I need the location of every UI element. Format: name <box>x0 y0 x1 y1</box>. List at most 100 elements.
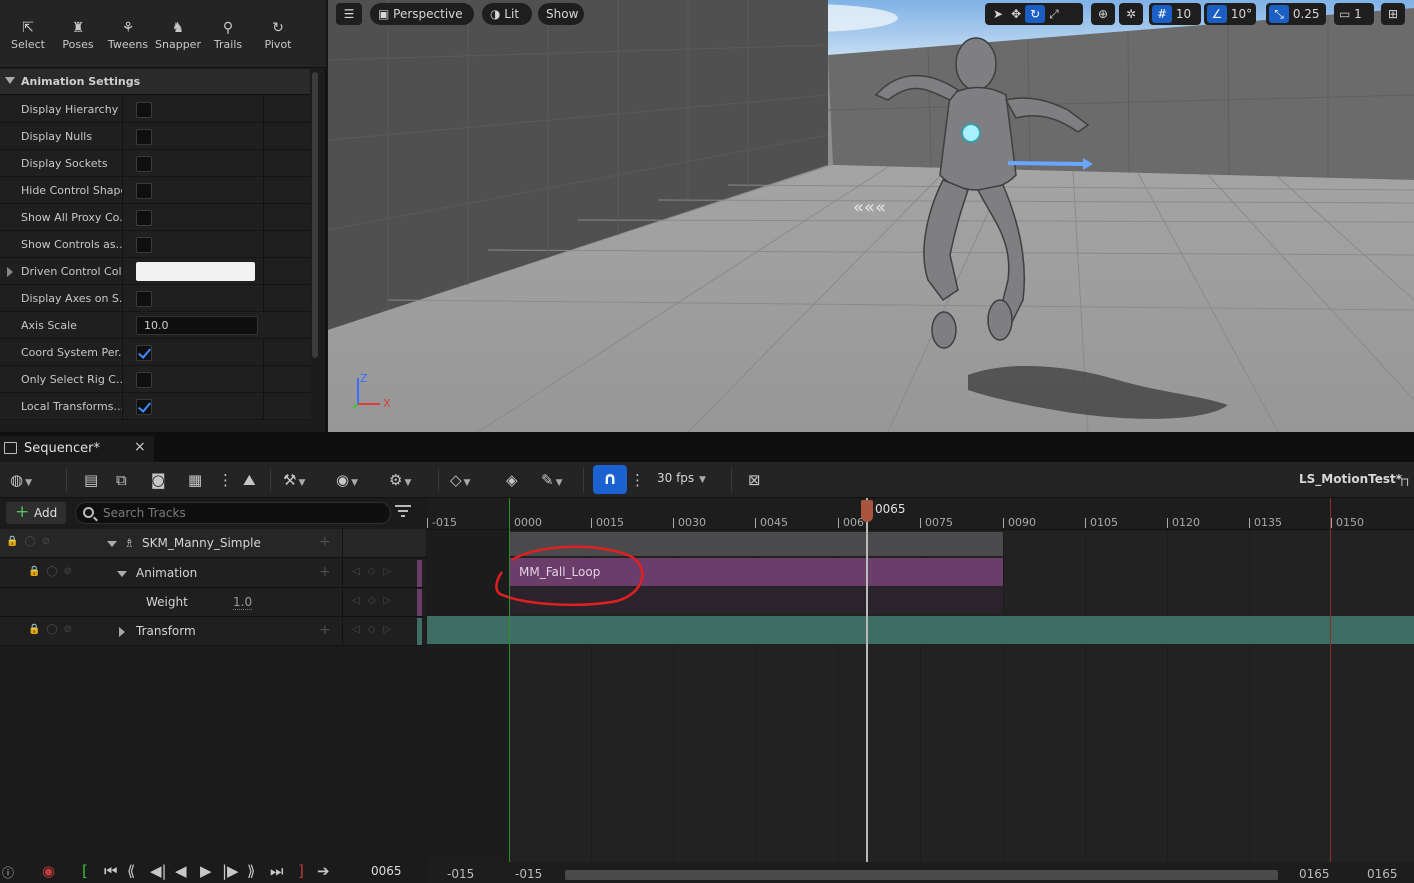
snapper-mode-button[interactable]: ♞ Snapper <box>153 18 203 58</box>
translate-tool-icon[interactable]: ✥ <box>1007 7 1025 21</box>
set-start-icon[interactable]: [ <box>82 862 88 880</box>
show-controls-as-checkbox[interactable] <box>136 237 152 253</box>
key-interp-icon[interactable]: ◇ ▼ <box>450 470 470 490</box>
step-back-icon[interactable]: ◀| <box>150 862 167 880</box>
grid-snap-button[interactable]: # 10 <box>1149 3 1201 25</box>
visibility-icon[interactable]: ◉ ▼ <box>336 470 358 490</box>
snap-toggle-button[interactable]: ∩ <box>593 465 627 494</box>
show-button[interactable]: Show <box>538 3 584 25</box>
expand-arrow-icon[interactable] <box>119 627 125 637</box>
pivot-mode-button[interactable]: ↻ Pivot <box>253 18 303 58</box>
snap-options-icon[interactable]: ⋮ <box>630 470 645 490</box>
track-row-actor[interactable]: 🔒◯⊘ ♗ SKM_Manny_Simple + <box>0 529 426 558</box>
track-lock-icons[interactable]: 🔒◯⊘ <box>6 536 56 547</box>
key-nav-icons[interactable]: ◁◇▷ <box>352 624 399 635</box>
play-reverse-icon[interactable]: ◀ <box>175 862 187 880</box>
working-end-value[interactable]: 0165 <box>1367 867 1398 881</box>
show-all-proxy-checkbox[interactable] <box>136 210 152 226</box>
working-start-value[interactable]: -015 <box>515 867 542 881</box>
track-row-animation[interactable]: 🔒◯⊘ Animation + ◁◇▷ <box>0 559 426 588</box>
current-frame-field[interactable]: 0065 <box>371 864 402 878</box>
playback-range-icon[interactable]: ⊠ <box>748 470 761 490</box>
playback-end-marker[interactable] <box>1330 498 1331 862</box>
prev-key-icon[interactable]: ⟪ <box>127 862 135 880</box>
rotate-tool-icon[interactable]: ↻ <box>1025 5 1046 23</box>
auto-key-icon[interactable]: ◈ <box>506 470 518 490</box>
scale-snap-button[interactable]: ⤡ 0.25 <box>1266 3 1326 25</box>
key-settings-icon[interactable]: ⚙ ▼ <box>389 470 411 490</box>
only-select-rig-checkbox[interactable] <box>136 372 152 388</box>
track-row-transform[interactable]: 🔒◯⊘ Transform + ◁◇▷ <box>0 617 426 646</box>
display-sockets-checkbox[interactable] <box>136 156 152 172</box>
driven-control-color-swatch[interactable] <box>136 262 255 281</box>
display-hierarchy-checkbox[interactable] <box>136 102 152 118</box>
info-icon[interactable]: ⓘ <box>2 864 14 881</box>
add-subtrack-icon[interactable]: + <box>319 564 331 580</box>
select-tool-icon[interactable]: ➤ <box>989 7 1007 21</box>
view-start-value[interactable]: -015 <box>447 867 474 881</box>
track-lock-icons[interactable]: 🔒◯⊘ <box>28 624 78 635</box>
timeline-area[interactable]: -015 0000 0015 0030 0045 006 0075 0090 0… <box>427 498 1414 862</box>
lit-button[interactable]: ◑ Lit <box>482 3 532 25</box>
poses-mode-button[interactable]: ♜ Poses <box>53 18 103 58</box>
weight-value-field[interactable]: 1.0 <box>233 595 253 610</box>
key-nav-icons[interactable]: ◁◇▷ <box>352 595 399 606</box>
sequencer-tab[interactable]: Sequencer* × <box>0 436 154 462</box>
expand-arrow-icon[interactable] <box>107 541 117 547</box>
tweens-mode-button[interactable]: ⚘ Tweens <box>103 18 153 58</box>
track-row-weight[interactable]: Weight 1.0 ◁◇▷ <box>0 588 426 617</box>
jump-start-icon[interactable]: ⏮ <box>104 862 118 880</box>
trails-mode-button[interactable]: ⚲ Trails <box>203 18 253 58</box>
render-movie-icon[interactable]: ◙ <box>151 470 166 490</box>
time-ruler[interactable]: -015 0000 0015 0030 0045 006 0075 0090 0… <box>427 498 1414 530</box>
loop-icon[interactable]: ➔ <box>317 862 330 880</box>
world-local-button[interactable]: ⊕ <box>1091 3 1115 25</box>
track-lock-icons[interactable]: 🔒◯⊘ <box>28 566 78 577</box>
next-key-icon[interactable]: ⟫ <box>247 862 255 880</box>
timeline-scrollbar[interactable] <box>565 870 1278 880</box>
surface-snap-button[interactable]: ✲ <box>1119 3 1143 25</box>
world-icon[interactable]: ◍ ▼ <box>10 470 32 490</box>
playhead-line[interactable] <box>866 498 868 862</box>
set-end-icon[interactable]: ] <box>298 862 304 880</box>
play-icon[interactable]: ▶ <box>200 862 212 880</box>
add-track-button[interactable]: + Add <box>6 502 66 524</box>
viewport-menu-button[interactable]: ☰ <box>336 3 362 25</box>
hide-control-shapes-checkbox[interactable] <box>136 183 152 199</box>
search-tracks-input[interactable] <box>103 505 383 521</box>
playhead-handle[interactable] <box>861 500 873 522</box>
expand-arrow-icon[interactable] <box>7 267 13 277</box>
find-asset-icon[interactable]: ⧉ <box>116 470 127 490</box>
rotation-snap-button[interactable]: ∠ 10° <box>1204 3 1256 25</box>
expand-arrow-icon[interactable] <box>117 571 127 577</box>
curve-editor-icon[interactable]: ⛰ <box>243 470 256 490</box>
filter-button[interactable] <box>395 505 411 519</box>
jump-end-icon[interactable]: ⏭ <box>270 862 284 880</box>
panel-scrollbar[interactable] <box>312 72 318 358</box>
animation-settings-header[interactable]: Animation Settings <box>0 69 310 95</box>
axis-scale-input[interactable]: 10.0 <box>136 316 258 335</box>
playback-start-marker[interactable] <box>509 498 510 862</box>
scale-tool-icon[interactable]: ⤢ <box>1045 7 1063 21</box>
step-forward-icon[interactable]: |▶ <box>222 862 239 880</box>
view-end-value[interactable]: 0165 <box>1299 867 1330 881</box>
tools-icon[interactable]: ⚒ ▼ <box>283 470 305 490</box>
select-mode-button[interactable]: ⇱ Select <box>3 18 53 58</box>
add-subtrack-icon[interactable]: + <box>319 534 331 550</box>
coord-system-checkbox[interactable] <box>136 345 152 361</box>
camera-speed-button[interactable]: ▭ 1 <box>1334 3 1374 25</box>
display-axes-checkbox[interactable] <box>136 291 152 307</box>
edit-mode-icon[interactable]: ✎ ▼ <box>541 470 563 490</box>
clapper-icon[interactable]: ▦ <box>188 470 202 490</box>
display-nulls-checkbox[interactable] <box>136 129 152 145</box>
key-nav-icons[interactable]: ◁◇▷ <box>352 566 399 577</box>
transform-section[interactable] <box>427 616 1414 644</box>
record-icon[interactable]: ◉ <box>42 862 55 880</box>
perspective-button[interactable]: ▣ Perspective <box>370 3 474 25</box>
close-tab-icon[interactable]: × <box>134 439 146 455</box>
more-options-icon[interactable]: ⋮ <box>218 470 233 490</box>
save-icon[interactable]: ▤ <box>84 470 98 490</box>
add-subtrack-icon[interactable]: + <box>319 622 331 638</box>
lock-icon[interactable]: ⊓ <box>1400 472 1409 492</box>
local-transforms-checkbox[interactable] <box>136 399 152 415</box>
